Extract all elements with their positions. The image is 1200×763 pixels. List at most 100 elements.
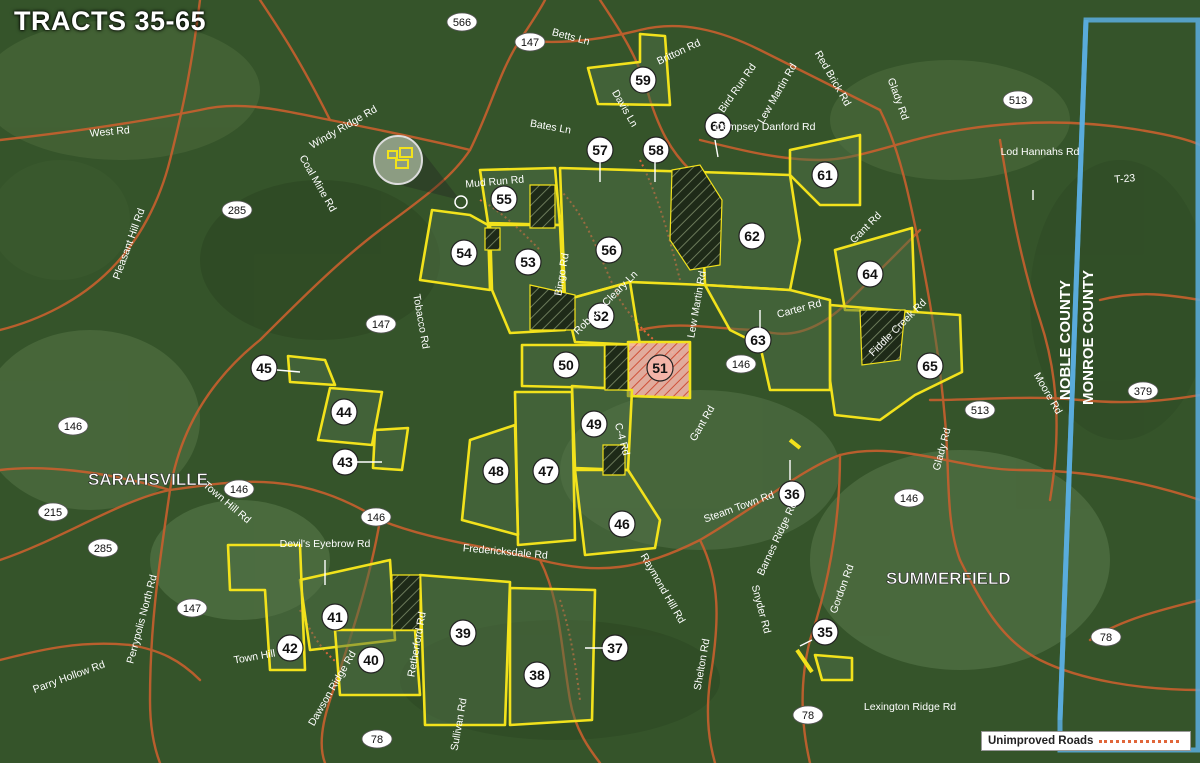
legend: Unimproved Roads [981,731,1191,751]
noble-county-label: NOBLE COUNTY [1057,280,1074,400]
route-513-shield: 513 [964,400,996,420]
svg-text:41: 41 [327,609,343,625]
svg-text:59: 59 [635,72,651,88]
svg-text:47: 47 [538,463,554,479]
tract-59-label[interactable]: 59 [629,66,657,94]
route-146-shield: 146 [893,488,925,508]
map-canvas: 35363738394041424344454647484950 51525354… [0,0,1200,763]
route-146-shield: 146 [57,416,89,436]
svg-text:54: 54 [456,245,472,261]
svg-text:51: 51 [652,360,668,376]
svg-text:78: 78 [371,734,383,746]
road-label: T-23 [1114,172,1136,186]
town-summerfield: SUMMERFIELD [886,569,1011,588]
road-label: Devil's Eyebrow Rd [280,538,371,550]
svg-text:285: 285 [94,543,112,555]
tract-46-label[interactable]: 46 [608,510,636,538]
tract-39-label[interactable]: 39 [449,619,477,647]
tract-35-area [813,653,854,682]
svg-text:53: 53 [520,254,536,270]
svg-text:46: 46 [614,516,630,532]
svg-text:65: 65 [922,358,938,374]
route-78-shield: 78 [361,729,393,749]
svg-text:56: 56 [601,242,617,258]
tract-43-area [371,426,410,472]
svg-text:285: 285 [228,205,246,217]
tract-40-label[interactable]: 40 [357,646,385,674]
svg-text:64: 64 [862,266,878,282]
map-title: TRACTS 35-65 [14,6,207,36]
tract-56-label[interactable]: 56 [595,236,623,264]
svg-text:566: 566 [453,17,471,29]
svg-text:146: 146 [230,484,248,496]
svg-text:146: 146 [64,421,82,433]
town-sarahsville: SARAHSVILLE [88,470,208,489]
tract-38-label[interactable]: 38 [523,661,551,689]
legend-dash-swatch [1099,739,1180,743]
route-147-shield: 147 [176,598,208,618]
tract-57-label[interactable]: 57 [586,136,614,164]
aerial-map[interactable]: 35 36 37 38 39 40 41 42 43 44 45 46 47 48 49 50 51 52 53 54… [0,0,1200,763]
svg-text:44: 44 [336,404,352,420]
svg-text:49: 49 [586,416,602,432]
tract-53-label[interactable]: 53 [514,248,542,276]
svg-text:50: 50 [558,357,574,373]
road-label: Lod Hannahs Rd [1001,146,1080,158]
tract-61-label[interactable]: 61 [811,161,839,189]
tract-49-label[interactable]: 49 [580,410,608,438]
tract-64-label[interactable]: 64 [856,260,884,288]
tract-62-label[interactable]: 62 [738,222,766,250]
tract-42-label[interactable]: 42 [276,634,304,662]
road-label: Dempsey Danford Rd [715,121,816,133]
svg-text:35: 35 [817,624,833,640]
svg-text:78: 78 [1100,632,1112,644]
route-566-shield: 566 [446,12,478,32]
route-78-shield: 78 [1090,627,1122,647]
svg-text:58: 58 [648,142,664,158]
monroe-county-label: MONROE COUNTY [1080,270,1097,405]
tract-37-label[interactable]: 37 [601,634,629,662]
svg-text:147: 147 [521,37,539,49]
route-78-shield: 78 [792,705,824,725]
tract-43-label[interactable]: 43 [331,448,359,476]
svg-text:55: 55 [496,191,512,207]
tract-45-label[interactable]: 45 [250,354,278,382]
svg-text:379: 379 [1134,386,1152,398]
legend-label: Unimproved Roads [988,735,1094,747]
tract-38-area [508,586,597,727]
svg-text:42: 42 [282,640,298,656]
svg-text:38: 38 [529,667,545,683]
route-285-shield: 285 [87,538,119,558]
tract-63-label[interactable]: 63 [744,326,772,354]
svg-text:147: 147 [372,319,390,331]
svg-text:513: 513 [1009,95,1027,107]
svg-text:40: 40 [363,652,379,668]
svg-text:146: 146 [732,359,750,371]
tract-47-label[interactable]: 47 [532,457,560,485]
svg-text:215: 215 [44,507,62,519]
route-215-shield: 215 [37,502,69,522]
svg-text:36: 36 [784,486,800,502]
route-147-shield: 147 [514,32,546,52]
svg-text:146: 146 [367,512,385,524]
tract-44-label[interactable]: 44 [330,398,358,426]
tract-65-label[interactable]: 65 [916,352,944,380]
road-label: Lexington Ridge Rd [864,701,956,713]
tract-58-label[interactable]: 58 [642,136,670,164]
tract-55-label[interactable]: 55 [490,185,518,213]
svg-text:147: 147 [183,603,201,615]
route-147-shield: 147 [365,314,397,334]
tract-51-label[interactable]: 51 [646,354,674,382]
svg-text:57: 57 [592,142,608,158]
svg-text:62: 62 [744,228,760,244]
tract-35-label[interactable]: 35 [811,618,839,646]
tract-50-label[interactable]: 50 [552,351,580,379]
tract-41-label[interactable]: 41 [321,603,349,631]
svg-text:37: 37 [607,640,623,656]
svg-text:45: 45 [256,360,272,376]
tract-48-label[interactable]: 48 [482,457,510,485]
route-513-shield: 513 [1002,90,1034,110]
svg-text:146: 146 [900,493,918,505]
tract-54-label[interactable]: 54 [450,239,478,267]
svg-text:43: 43 [337,454,353,470]
